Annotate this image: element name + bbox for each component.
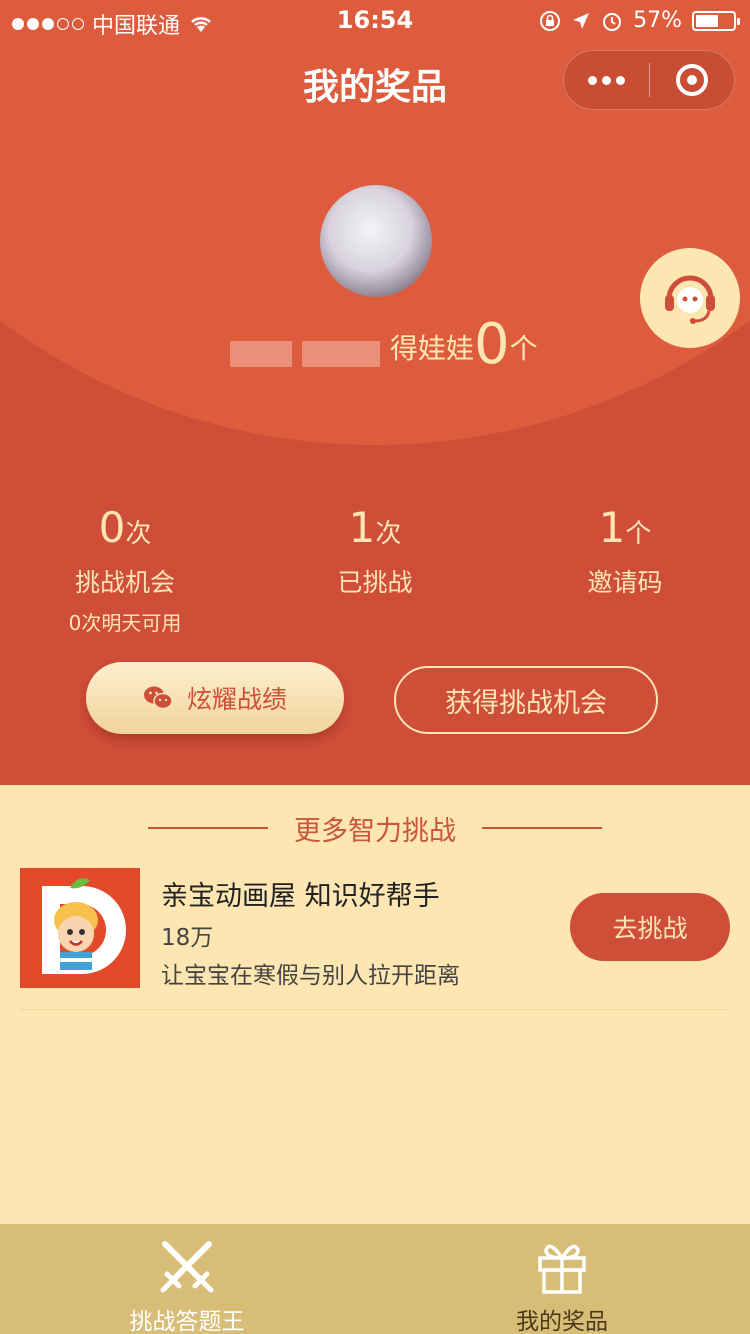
- prize-label: 得娃娃: [390, 332, 475, 365]
- target-icon: [675, 64, 708, 96]
- blurred-nickname: [230, 341, 292, 367]
- status-bar: 中国联通 16:54 57%: [0, 0, 750, 40]
- gift-icon: [538, 1244, 586, 1294]
- headset-icon: [665, 275, 715, 324]
- avatar: [320, 185, 432, 297]
- item-title: 亲宝动画屋 知识好帮手: [161, 881, 440, 912]
- stat-unit: 个: [625, 519, 652, 549]
- prize-count: 0: [474, 312, 510, 377]
- rotation-lock-icon: [540, 10, 561, 31]
- stat-chances: 0次 挑战机会 0次明天可用: [15, 505, 235, 636]
- tab-my-prizes[interactable]: 我的奖品: [437, 1224, 687, 1334]
- stat-value: 1: [598, 503, 626, 552]
- wechat-icon: [143, 686, 173, 710]
- battery-percent: 57%: [633, 8, 682, 33]
- section-header: 更多智力挑战: [0, 808, 750, 848]
- stat-unit: 次: [375, 519, 402, 549]
- stat-label: 邀请码: [587, 568, 663, 597]
- tab-bar: 挑战答题王 我的奖品: [0, 1224, 750, 1334]
- divider-line: [482, 827, 602, 829]
- stat-label: 挑战机会: [74, 568, 175, 597]
- location-arrow-icon: [573, 12, 590, 29]
- get-chance-label: 获得挑战机会: [445, 687, 607, 719]
- crossed-swords-icon: [160, 1241, 214, 1293]
- mini-program-capsule: [563, 50, 735, 110]
- tab-label: 挑战答题王: [129, 1309, 245, 1334]
- close-button[interactable]: [650, 51, 735, 109]
- section-title: 更多智力挑战: [294, 815, 456, 847]
- item-count: 18万: [161, 925, 214, 951]
- blurred-nickname: [302, 341, 380, 367]
- get-chance-button[interactable]: 获得挑战机会: [394, 666, 658, 734]
- stat-invite: 1个 邀请码: [515, 505, 735, 599]
- header-area: 中国联通 16:54 57% 我的奖品 得娃娃 0 个 0次 挑战机会 0次明天…: [0, 0, 750, 785]
- prize-unit: 个: [509, 332, 538, 365]
- more-dots-icon: [587, 75, 625, 85]
- show-off-button[interactable]: 炫耀战绩: [86, 662, 344, 734]
- list-item[interactable]: 亲宝动画屋 知识好帮手 18万 让宝宝在寒假与别人拉开距离 去挑战: [20, 868, 730, 1010]
- tab-challenge[interactable]: 挑战答题王: [62, 1224, 312, 1334]
- prize-summary: 得娃娃 0 个: [230, 305, 538, 375]
- stat-sub: 0次明天可用: [68, 611, 182, 635]
- customer-service-button[interactable]: [640, 248, 740, 348]
- item-description: 让宝宝在寒假与别人拉开距离: [161, 963, 460, 989]
- stat-value: 0: [98, 503, 126, 552]
- stat-label: 已挑战: [337, 568, 413, 597]
- show-off-label: 炫耀战绩: [186, 685, 287, 714]
- alarm-icon: [603, 12, 622, 31]
- tab-label: 我的奖品: [516, 1309, 608, 1334]
- stat-unit: 次: [125, 519, 152, 549]
- battery-icon: [692, 10, 740, 31]
- stat-challenged: 1次 已挑战: [265, 505, 485, 599]
- app-icon: [20, 868, 140, 988]
- divider-line: [148, 827, 268, 829]
- more-button[interactable]: [564, 51, 649, 109]
- stat-value: 1: [348, 503, 376, 552]
- go-challenge-button[interactable]: 去挑战: [570, 893, 730, 961]
